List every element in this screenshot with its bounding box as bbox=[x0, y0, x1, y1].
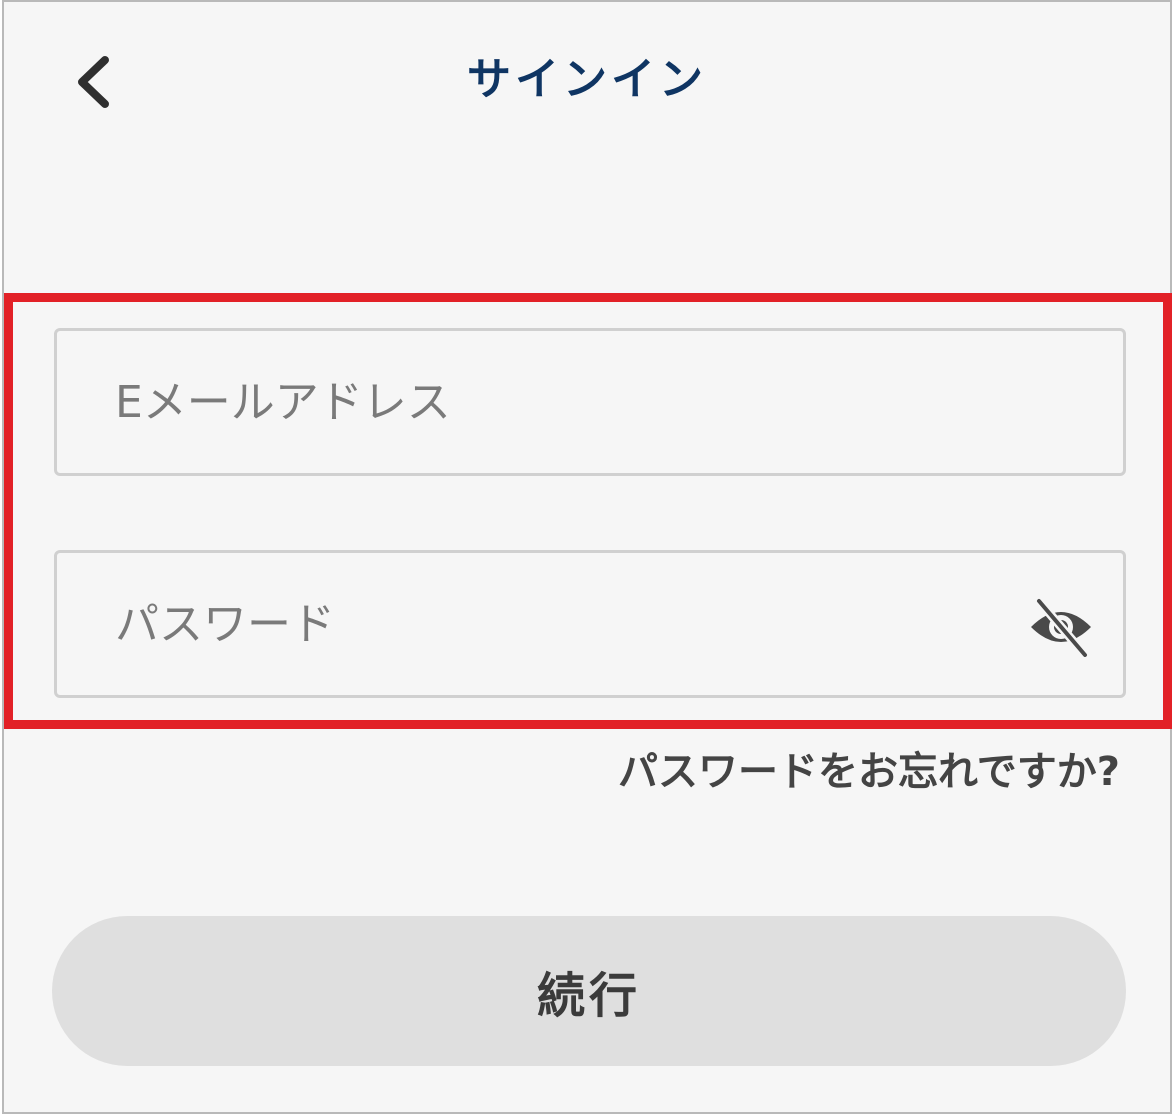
eye-slash-icon bbox=[1027, 597, 1095, 657]
email-field-container bbox=[54, 328, 1126, 476]
forgot-password-link[interactable]: パスワードをお忘れですか? bbox=[618, 746, 1120, 798]
password-field-container bbox=[54, 550, 1126, 698]
password-visibility-toggle[interactable] bbox=[1027, 597, 1095, 657]
continue-button[interactable]: 続行 bbox=[52, 916, 1126, 1066]
password-field[interactable] bbox=[57, 553, 1123, 695]
page-title: サインイン bbox=[467, 54, 707, 105]
top-bar: サインイン bbox=[4, 2, 1170, 162]
sign-in-screen: サインイン パスワードをお忘れですか? 続行 bbox=[2, 0, 1172, 1114]
email-field[interactable] bbox=[57, 331, 1123, 473]
